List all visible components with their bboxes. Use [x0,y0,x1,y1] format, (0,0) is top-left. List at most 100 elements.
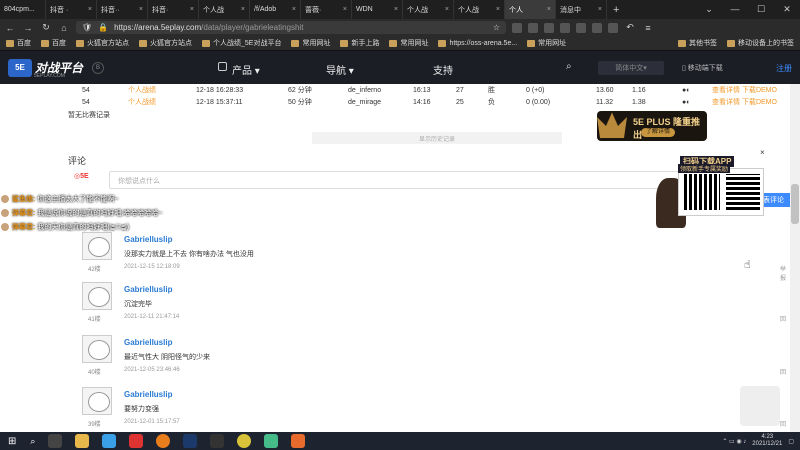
avatar[interactable] [82,282,112,310]
bookmark-item[interactable]: 百度 [6,38,31,48]
comment-reply[interactable]: 回 [780,419,786,428]
bookmark-item[interactable]: 个人战绩_5E对战平台 [202,38,281,48]
show-history-button[interactable]: 显示历史记录 [312,132,562,144]
app-icon[interactable] [264,434,279,448]
app-icon[interactable] [291,434,306,448]
browser-tab[interactable]: 个人战 × [454,0,505,19]
close-icon[interactable]: × [445,6,449,13]
promo-details-button[interactable]: 了解详情 [641,128,676,137]
home-icon[interactable]: ⌂ [58,23,70,33]
extension-icon[interactable] [576,22,586,33]
firefox-icon[interactable] [156,434,171,448]
comment-user[interactable]: Gabrielluslip [124,338,172,347]
task-view-icon[interactable] [48,434,63,448]
maximize-icon[interactable]: ☐ [748,4,774,15]
scrollbar[interactable] [790,84,800,432]
browser-tab[interactable]: 蔷薇· × [301,0,352,19]
avatar[interactable] [82,387,112,415]
language-select[interactable]: 简体中文 ▾ [598,61,664,75]
comment-user[interactable]: Gabrielluslip [124,285,172,294]
bookmark-item[interactable]: 火狐官方站点 [139,38,192,48]
app-icon[interactable] [237,434,252,448]
match-actions[interactable]: 查看详情 下载DEMO [712,97,777,107]
url-bar[interactable]: 🛡 🔒 https://arena.5eplay.com/data/player… [76,21,506,34]
extension-icon[interactable] [544,22,554,33]
avatar[interactable] [82,232,112,260]
minimize-icon[interactable]: — [722,4,748,15]
browser-tab[interactable]: 抖音·· × [97,0,148,19]
bookmark-item-mobile[interactable]: 移动设备上的书签 [727,38,794,48]
undo-icon[interactable]: ↶ [624,22,636,33]
search-icon[interactable]: ⌕ [30,436,35,447]
browser-tab[interactable]: 804cpm... [0,0,46,19]
list-tabs-icon[interactable]: ⌄ [696,4,722,15]
comment-user[interactable]: Gabrielluslip [124,390,172,399]
browser-tab[interactable]: 抖音· × [148,0,199,19]
bookmark-item[interactable]: 百度 [41,38,66,48]
reload-icon[interactable]: ↻ [40,22,52,33]
menu-icon[interactable]: ≡ [642,23,654,33]
bookmark-item[interactable]: 常用网址 [291,38,330,48]
search-icon[interactable]: ⌕ [566,61,572,72]
comment-input[interactable]: 你想说点什么 [109,171,749,189]
avatar[interactable] [82,335,112,363]
close-icon[interactable]: × [547,6,551,13]
comment-reply[interactable]: 回 [780,314,786,323]
app-icon[interactable] [210,434,225,448]
browser-tab[interactable]: 个人战 × [403,0,454,19]
site-logo[interactable]: 5E 对战平台 5EPLAY.COM B [8,58,105,79]
extension-icon[interactable] [512,22,522,33]
scrollbar-thumb[interactable] [791,184,799,224]
notification-icon[interactable]: ▢ [788,438,794,445]
bookmark-star-icon[interactable]: ☆ [493,23,500,32]
extension-icon[interactable] [528,22,538,33]
browser-tab[interactable]: 消息中 × [556,0,607,19]
browser-tab-active[interactable]: 个人 × [505,0,556,19]
bookmark-item[interactable]: 常用网址 [389,38,428,48]
close-icon[interactable]: × [394,6,398,13]
windows-start-icon[interactable]: ⊞ [8,436,16,447]
bookmark-item-other[interactable]: 其他书签 [678,38,717,48]
bookmark-item[interactable]: 常用网址 [527,38,566,48]
app-icon[interactable] [102,434,117,448]
extension-icon[interactable] [592,22,602,33]
comment-report[interactable]: 举报 [780,264,786,282]
close-icon[interactable]: × [241,6,245,13]
nav-product[interactable]: 产品 ▾ [232,62,260,77]
close-icon[interactable]: × [88,6,92,13]
bookmark-item[interactable]: 新手上路 [340,38,379,48]
close-icon[interactable]: × [292,6,296,13]
close-icon[interactable]: × [496,6,500,13]
steam-icon[interactable] [183,434,198,448]
match-actions[interactable]: 查看详情 下载DEMO [712,85,777,95]
file-explorer-icon[interactable] [75,434,90,448]
close-icon[interactable]: × [598,6,602,13]
browser-tab[interactable]: 个人战 × [199,0,250,19]
extension-icon[interactable] [560,22,570,33]
comment-reply[interactable]: 回 [780,367,786,376]
comment-user[interactable]: Gabrielluslip [124,235,172,244]
nav-support[interactable]: 支持 [433,62,453,77]
nav-navigation[interactable]: 导航 ▾ [326,62,354,77]
new-tab-icon[interactable]: + [607,4,625,16]
bookmark-item[interactable]: https://oss-arena.5e... [438,39,517,47]
browser-tab[interactable]: WDN × [352,0,403,19]
close-icon[interactable]: × [139,6,143,13]
back-icon[interactable]: ← [4,23,16,33]
tray-icons[interactable]: ⌃ ▭ ◉ ♪ [722,438,746,445]
bookmark-item[interactable]: 火狐官方站点 [76,38,129,48]
forward-icon[interactable]: → [22,23,34,33]
close-icon[interactable]: × [760,148,765,157]
close-window-icon[interactable]: ✕ [774,4,800,15]
browser-tab[interactable]: /f/Adob × [250,0,301,19]
app-icon[interactable] [129,434,144,448]
extension-icon[interactable] [608,22,618,33]
plus-promo-banner[interactable]: 5E PLUS 隆重推出 了解详情 [597,111,707,141]
browser-tab[interactable]: 抖音 · × [46,0,97,19]
security-icon[interactable]: 🛡 [82,23,92,32]
close-icon[interactable]: × [343,6,347,13]
mobile-download-link[interactable]: ▯ 移动端下载 [682,63,723,73]
clock[interactable]: 4:23 2021/12/21 [752,434,782,448]
close-icon[interactable]: × [190,6,194,13]
register-link[interactable]: 注册 [776,63,792,74]
